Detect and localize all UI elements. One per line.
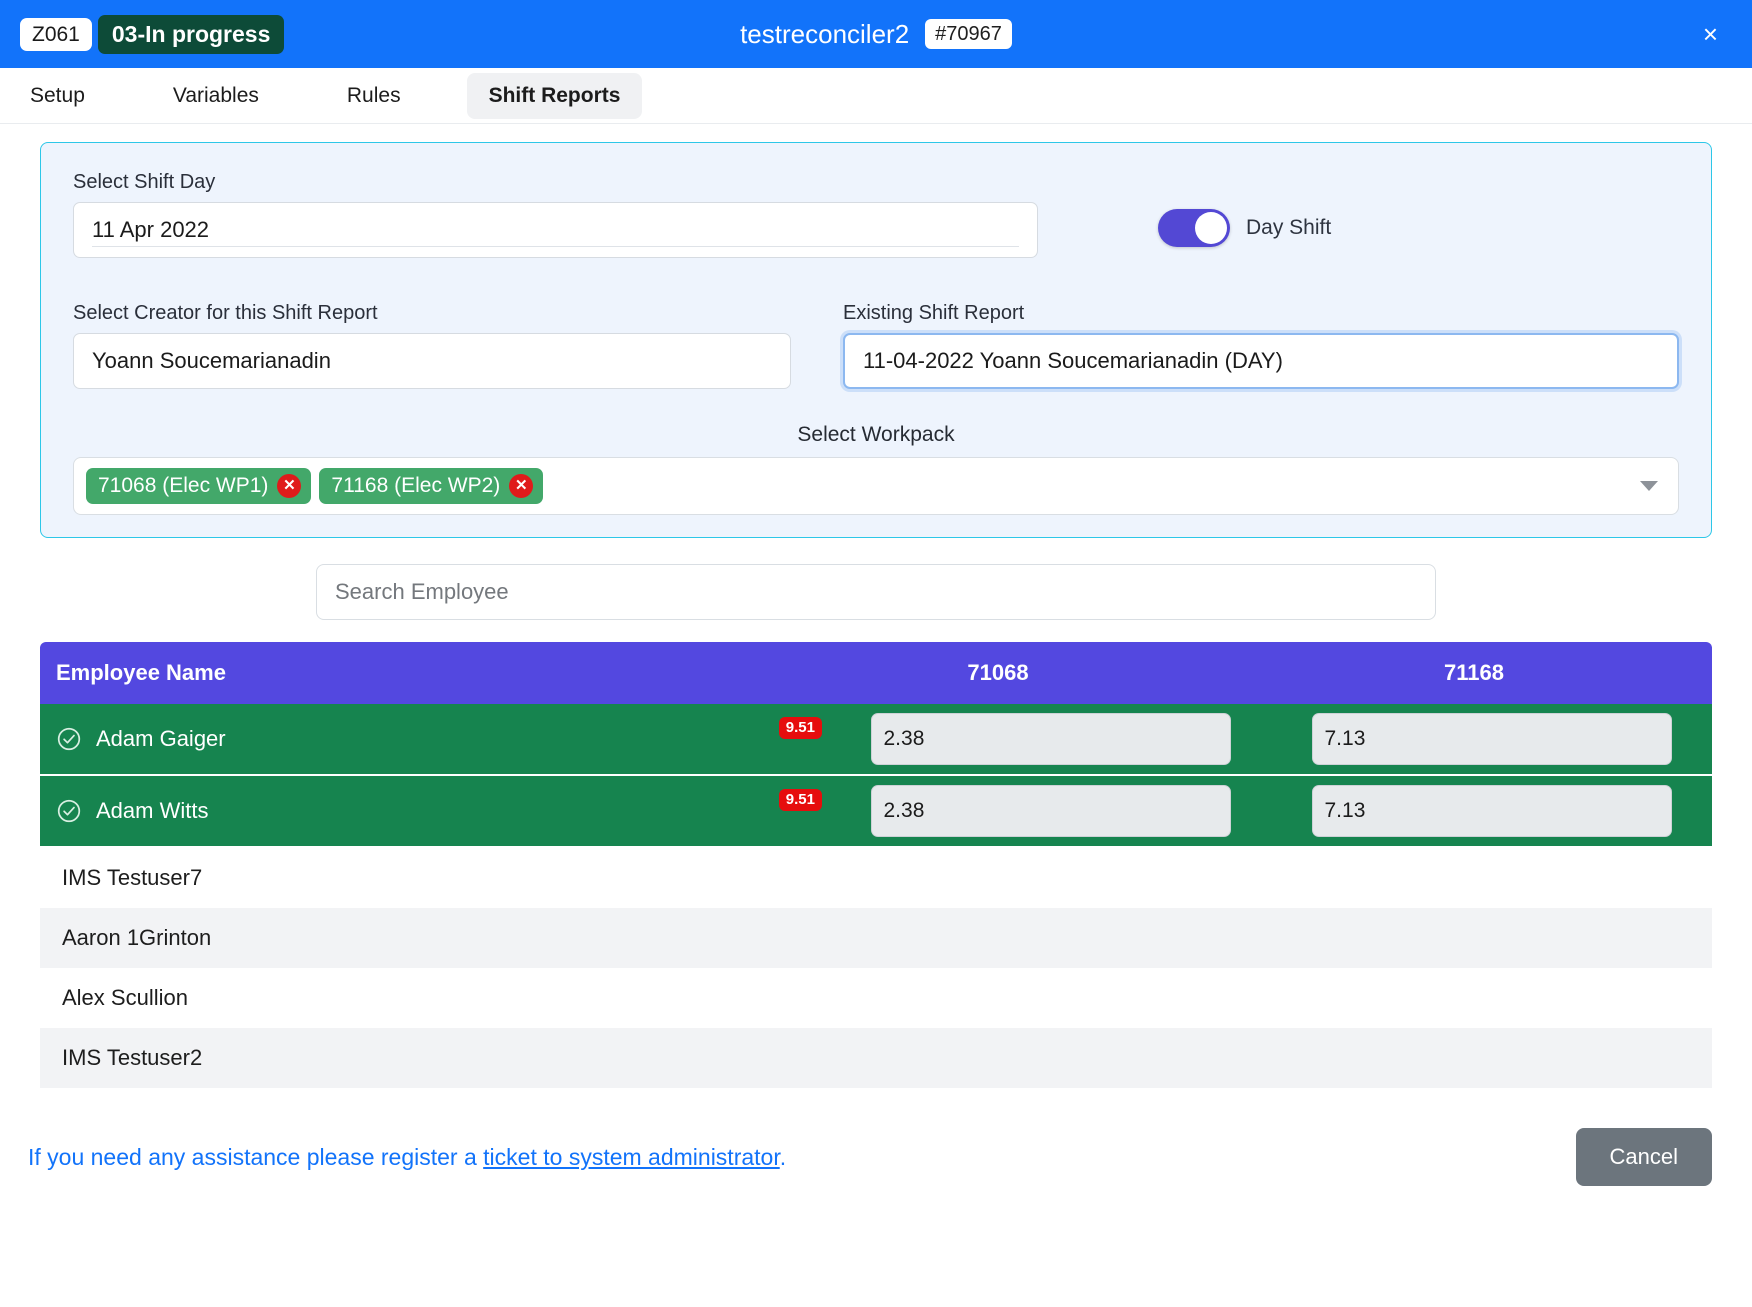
workpack-chip[interactable]: 71068 (Elec WP1) ✕ xyxy=(86,468,312,504)
creator-input[interactable] xyxy=(73,333,791,389)
tab-rules[interactable]: Rules xyxy=(325,73,423,119)
hours-input-71168[interactable] xyxy=(1311,785,1672,837)
shift-day-input[interactable]: 11 Apr 2022 xyxy=(73,202,1038,258)
check-circle-icon[interactable] xyxy=(56,798,82,824)
hours-cell-71168 xyxy=(1271,713,1712,765)
list-item[interactable]: IMS Testuser2 xyxy=(40,1028,1712,1088)
hours-input-71068[interactable] xyxy=(870,713,1231,765)
tab-shift-reports[interactable]: Shift Reports xyxy=(466,72,643,119)
workpack-chip[interactable]: 71168 (Elec WP2) ✕ xyxy=(319,468,544,504)
list-item[interactable]: IMS Testuser7 xyxy=(40,848,1712,908)
employee-name-label: Adam Witts xyxy=(96,798,209,823)
footer: If you need any assistance please regist… xyxy=(0,1088,1752,1186)
existing-report-label: Existing Shift Report xyxy=(843,302,1025,324)
assistance-text: If you need any assistance please regist… xyxy=(28,1144,786,1171)
hours-input-71168[interactable] xyxy=(1311,713,1672,765)
workpack-chip-label: 71068 (Elec WP1) xyxy=(98,474,269,498)
employee-name-cell: Adam Witts xyxy=(40,798,760,824)
chevron-down-icon[interactable] xyxy=(1640,481,1658,491)
tab-bar: Setup Variables Rules Shift Reports xyxy=(0,68,1752,124)
page-content: Select Shift Day 11 Apr 2022 Day Shift S… xyxy=(0,124,1752,1186)
shift-day-field-group: Select Shift Day 11 Apr 2022 xyxy=(73,171,1038,258)
column-header-employee-name: Employee Name xyxy=(56,660,226,685)
workpack-label: Select Workpack xyxy=(797,423,955,446)
employee-table: Employee Name 71068 71168 Adam Gaiger 9.… xyxy=(40,642,1712,1088)
existing-report-field-group: Existing Shift Report xyxy=(843,302,1679,389)
existing-report-input[interactable] xyxy=(843,333,1679,389)
list-item[interactable]: Alex Scullion xyxy=(40,968,1712,1028)
table-row[interactable]: Adam Gaiger 9.51 xyxy=(40,704,1712,776)
search-employee-input[interactable] xyxy=(316,564,1436,620)
shift-day-row: Select Shift Day 11 Apr 2022 Day Shift xyxy=(73,171,1679,258)
column-header-71068: 71068 xyxy=(967,660,1029,685)
tab-variables[interactable]: Variables xyxy=(151,73,281,119)
column-header-71168: 71168 xyxy=(1444,660,1504,685)
tab-setup[interactable]: Setup xyxy=(8,73,107,119)
search-row xyxy=(0,564,1752,620)
window-title: testreconciler2 xyxy=(740,18,910,49)
shift-report-form-panel: Select Shift Day 11 Apr 2022 Day Shift S… xyxy=(40,142,1712,538)
employee-name-label: Adam Gaiger xyxy=(96,726,226,751)
cancel-button[interactable]: Cancel xyxy=(1575,1128,1712,1186)
table-header-row: Employee Name 71068 71168 xyxy=(40,642,1712,704)
day-shift-toggle-label: Day Shift xyxy=(1246,216,1332,239)
day-shift-toggle-group: Day Shift xyxy=(1038,171,1679,247)
shift-day-label: Select Shift Day xyxy=(73,171,216,193)
workpack-chip-label: 71168 (Elec WP2) xyxy=(331,474,501,498)
toggle-knob xyxy=(1195,212,1227,244)
creator-existing-row: Select Creator for this Shift Report Exi… xyxy=(73,302,1679,389)
list-item[interactable]: Aaron 1Grinton xyxy=(40,908,1712,968)
assistance-suffix: . xyxy=(779,1143,787,1170)
day-shift-toggle[interactable] xyxy=(1158,209,1230,247)
assistance-prefix: If you need any assistance please regist… xyxy=(28,1143,484,1170)
check-circle-icon[interactable] xyxy=(56,726,82,752)
workpack-field-group: Select Workpack 71068 (Elec WP1) ✕ 71168… xyxy=(73,423,1679,515)
project-code-chip: Z061 xyxy=(20,17,92,51)
creator-label: Select Creator for this Shift Report xyxy=(73,302,378,324)
total-hours-badge: 9.51 xyxy=(778,716,822,740)
hours-badge-cell: 9.51 xyxy=(760,716,830,762)
close-icon[interactable]: × xyxy=(1689,15,1732,53)
employee-name-cell: Adam Gaiger xyxy=(40,726,760,752)
hours-badge-cell: 9.51 xyxy=(760,788,830,834)
titlebar-left-group: Z061 03-In progress xyxy=(20,14,285,54)
hours-cell-71168 xyxy=(1271,785,1712,837)
hours-cell-71068 xyxy=(830,785,1271,837)
record-id-chip: #70967 xyxy=(925,19,1012,49)
remove-chip-icon[interactable]: ✕ xyxy=(509,474,534,498)
hours-cell-71068 xyxy=(830,713,1271,765)
total-hours-badge: 9.51 xyxy=(778,788,822,812)
creator-field-group: Select Creator for this Shift Report xyxy=(73,302,791,389)
window-titlebar: Z061 03-In progress testreconciler2 #709… xyxy=(0,0,1752,68)
status-badge: 03-In progress xyxy=(97,14,285,54)
table-row[interactable]: Adam Witts 9.51 xyxy=(40,776,1712,848)
workpack-multiselect[interactable]: 71068 (Elec WP1) ✕ 71168 (Elec WP2) ✕ xyxy=(73,457,1679,515)
remove-chip-icon[interactable]: ✕ xyxy=(277,474,302,498)
hours-input-71068[interactable] xyxy=(870,785,1231,837)
support-ticket-link[interactable]: ticket to system administrator xyxy=(483,1144,780,1170)
